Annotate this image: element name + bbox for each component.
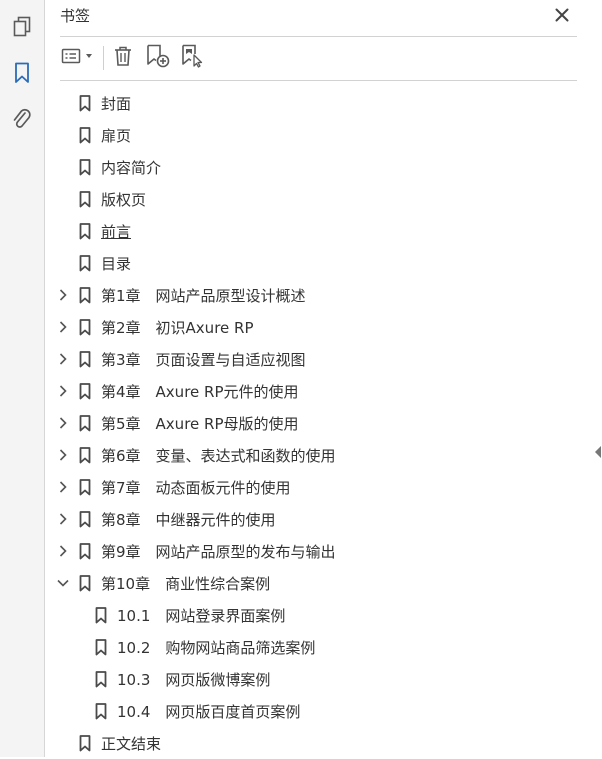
bookmark-item[interactable]: 封面 [45, 87, 602, 119]
bookmark-label: 扉页 [101, 127, 132, 145]
chevron-right-icon[interactable] [56, 448, 70, 462]
bookmark-item[interactable]: 10.4 网页版百度首页案例 [45, 695, 602, 727]
bookmark-label: 目录 [101, 255, 132, 273]
bookmark-label: 前言 [101, 223, 132, 241]
left-navigation-rail [0, 0, 45, 757]
bookmark-label: 正文结束 [101, 735, 162, 753]
bookmark-label: 第7章 动态面板元件的使用 [101, 479, 291, 497]
bookmark-label: 内容简介 [101, 159, 162, 177]
chevron-right-icon[interactable] [56, 288, 70, 302]
toolbar-divider [60, 80, 577, 81]
title-divider [60, 36, 577, 37]
trash-icon [113, 45, 133, 71]
chevron-right-icon[interactable] [56, 544, 70, 558]
options-dropdown-button[interactable] [60, 44, 98, 72]
chevron-right-icon[interactable] [56, 416, 70, 430]
chevron-right-icon[interactable] [56, 352, 70, 366]
bookmark-icon [78, 222, 92, 240]
bookmark-label: 第8章 中继器元件的使用 [101, 511, 276, 529]
bookmarks-panel: 书签 封面 扉页 内容简介 版权页 前言 目录 第1章 网站产品原型设计概述 第… [45, 0, 602, 757]
bookmark-icon [78, 414, 92, 432]
bookmark-label: 第2章 初识Axure RP [101, 319, 254, 337]
bookmark-item[interactable]: 正文结束 [45, 727, 602, 759]
bookmark-item[interactable]: 第3章 页面设置与自适应视图 [45, 343, 602, 375]
bookmark-label: 第6章 变量、表达式和函数的使用 [101, 447, 336, 465]
bookmark-label: 第9章 网站产品原型的发布与输出 [101, 543, 336, 561]
bookmark-icon [78, 286, 92, 304]
bookmark-icon [94, 606, 108, 624]
bookmark-icon [78, 478, 92, 496]
bookmark-item[interactable]: 10.2 购物网站商品筛选案例 [45, 631, 602, 663]
bookmark-icon [94, 702, 108, 720]
bookmark-item[interactable]: 第7章 动态面板元件的使用 [45, 471, 602, 503]
close-button[interactable] [550, 4, 574, 28]
bookmark-label: 版权页 [101, 191, 147, 209]
pages-icon [12, 16, 32, 42]
close-icon [555, 7, 569, 26]
bookmark-label: 封面 [101, 95, 132, 113]
bookmark-icon [78, 190, 92, 208]
bookmark-icon [78, 542, 92, 560]
bookmark-item[interactable]: 第10章 商业性综合案例 [45, 567, 602, 599]
bookmark-label: 10.3 网页版微博案例 [117, 671, 271, 689]
chevron-right-icon[interactable] [56, 384, 70, 398]
bookmark-icon [78, 574, 92, 592]
collapse-pane-handle[interactable] [595, 446, 601, 458]
bookmark-item[interactable]: 第6章 变量、表达式和函数的使用 [45, 439, 602, 471]
bookmark-icon [94, 638, 108, 656]
bookmark-label: 10.1 网站登录界面案例 [117, 607, 286, 625]
list-options-icon [61, 46, 97, 70]
bookmark-item[interactable]: 版权页 [45, 183, 602, 215]
new-bookmark-button[interactable] [144, 44, 172, 72]
bookmark-item[interactable]: 第4章 Axure RP元件的使用 [45, 375, 602, 407]
bookmark-label: 第4章 Axure RP元件的使用 [101, 383, 299, 401]
bookmark-icon [78, 446, 92, 464]
chevron-down-icon[interactable] [56, 576, 70, 590]
attachment-icon [12, 107, 32, 135]
bookmark-label: 10.2 购物网站商品筛选案例 [117, 639, 316, 657]
bookmark-icon [78, 158, 92, 176]
bookmark-item[interactable]: 第5章 Axure RP母版的使用 [45, 407, 602, 439]
bookmark-item[interactable]: 第1章 网站产品原型设计概述 [45, 279, 602, 311]
bookmark-icon [14, 62, 30, 88]
bookmark-icon [78, 734, 92, 752]
pages-panel-button[interactable] [6, 13, 38, 45]
bookmark-item[interactable]: 扉页 [45, 119, 602, 151]
bookmark-item[interactable]: 第2章 初识Axure RP [45, 311, 602, 343]
bookmark-item[interactable]: 内容简介 [45, 151, 602, 183]
bookmark-icon [78, 94, 92, 112]
panel-title: 书签 [60, 7, 91, 25]
attachments-panel-button[interactable] [6, 105, 38, 137]
bookmark-label: 第5章 Axure RP母版的使用 [101, 415, 299, 433]
bookmark-item[interactable]: 目录 [45, 247, 602, 279]
new-bookmark-icon [145, 44, 171, 72]
bookmark-icon [78, 510, 92, 528]
bookmark-icon [94, 670, 108, 688]
bookmarks-panel-button[interactable] [6, 59, 38, 91]
bookmark-icon [78, 318, 92, 336]
delete-bookmark-button[interactable] [111, 44, 135, 72]
chevron-right-icon[interactable] [56, 512, 70, 526]
bookmark-item[interactable]: 前言 [45, 215, 602, 247]
bookmark-label: 第10章 商业性综合案例 [101, 575, 271, 593]
bookmark-icon [78, 126, 92, 144]
bookmark-icon [78, 382, 92, 400]
bookmark-item[interactable]: 10.1 网站登录界面案例 [45, 599, 602, 631]
find-bookmark-icon [180, 44, 206, 72]
bookmark-label: 10.4 网页版百度首页案例 [117, 703, 301, 721]
bookmark-icon [78, 350, 92, 368]
find-current-bookmark-button[interactable] [179, 44, 207, 72]
bookmark-label: 第3章 页面设置与自适应视图 [101, 351, 306, 369]
chevron-right-icon[interactable] [56, 320, 70, 334]
bookmark-item[interactable]: 第9章 网站产品原型的发布与输出 [45, 535, 602, 567]
chevron-right-icon[interactable] [56, 480, 70, 494]
bookmark-item[interactable]: 10.3 网页版微博案例 [45, 663, 602, 695]
bookmark-label: 第1章 网站产品原型设计概述 [101, 287, 306, 305]
toolbar-separator [103, 46, 104, 70]
bookmark-icon [78, 254, 92, 272]
bookmark-item[interactable]: 第8章 中继器元件的使用 [45, 503, 602, 535]
